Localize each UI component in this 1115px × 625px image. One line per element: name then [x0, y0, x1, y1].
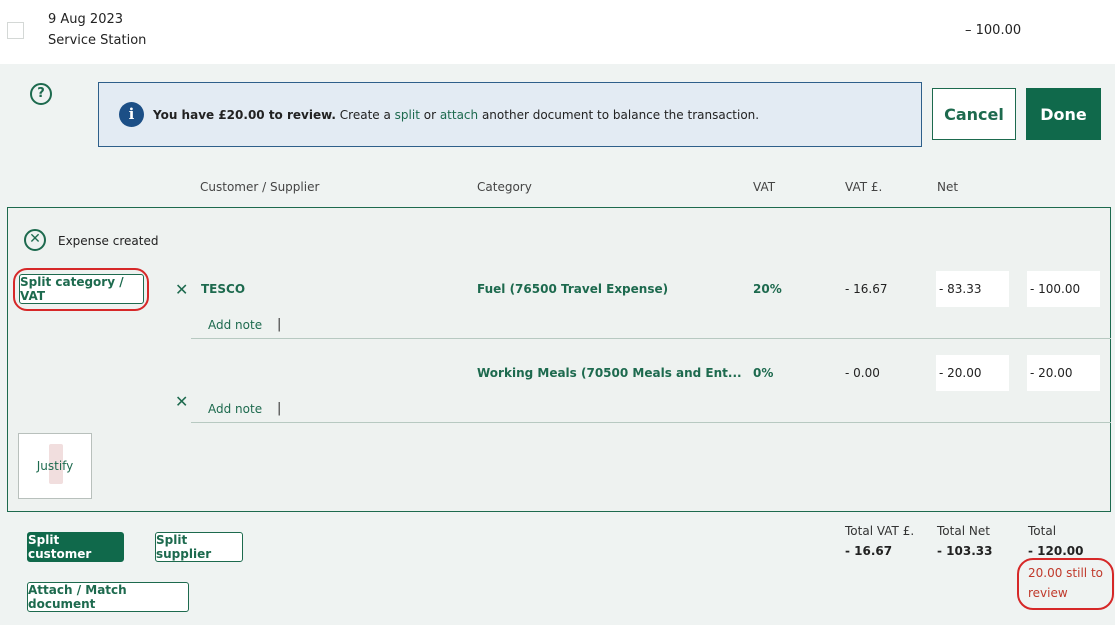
justify-button[interactable]: Justify	[18, 433, 92, 499]
line-vat-amount: - 16.67	[845, 282, 888, 296]
line-divider	[191, 338, 1111, 339]
column-header-vat-amount: VAT £.	[845, 180, 883, 194]
remove-line-icon[interactable]: ✕	[175, 280, 188, 299]
info-banner-bold: You have £20.00 to review.	[153, 107, 336, 122]
done-button[interactable]: Done	[1026, 88, 1101, 140]
text-caret: |	[277, 317, 282, 332]
add-note-link[interactable]: Add note	[208, 318, 262, 332]
total-label: Total	[1028, 524, 1057, 538]
column-header-net: Net	[937, 180, 959, 194]
total-vat-value: - 16.67	[845, 544, 893, 558]
total-value: - 120.00	[1028, 544, 1084, 558]
add-note-link[interactable]: Add note	[208, 402, 262, 416]
line-supplier[interactable]: TESCO	[201, 282, 245, 296]
split-supplier-button[interactable]: Split supplier	[155, 532, 243, 562]
question-circle-icon[interactable]: ?	[30, 83, 52, 105]
total-vat-label: Total VAT £.	[845, 524, 915, 538]
line-net-input[interactable]	[936, 271, 1009, 307]
transaction-date: 9 Aug 2023	[48, 12, 124, 27]
line-vat-rate[interactable]: 20%	[753, 282, 782, 296]
line-category[interactable]: Working Meals (70500 Meals and Ent...	[477, 366, 742, 380]
split-category-vat-button[interactable]: Split category / VAT	[19, 274, 144, 304]
justify-label: Justify	[36, 459, 74, 473]
still-to-review-text: 20.00 still to review	[1028, 566, 1103, 600]
line-category[interactable]: Fuel (76500 Travel Expense)	[477, 282, 668, 296]
info-banner-text: You have £20.00 to review. Create a spli…	[153, 108, 759, 122]
total-net-value: - 103.33	[937, 544, 993, 558]
text-caret: |	[277, 401, 282, 416]
info-text-1: Create a	[335, 107, 395, 122]
column-header-customer-supplier: Customer / Supplier	[200, 180, 320, 194]
transaction-row: 9 Aug 2023 Service Station – 100.00	[0, 0, 1115, 64]
split-link[interactable]: split	[395, 108, 420, 122]
cancel-button[interactable]: Cancel	[932, 88, 1016, 140]
info-text-3: another document to balance the transact…	[478, 107, 760, 122]
transaction-amount: – 100.00	[965, 23, 1022, 38]
info-text-2: or	[419, 107, 440, 122]
line-gross-input[interactable]	[1027, 271, 1100, 307]
expense-status: Expense created	[58, 234, 159, 248]
line-gross-input[interactable]	[1027, 355, 1100, 391]
line-net-input[interactable]	[936, 355, 1009, 391]
attach-link[interactable]: attach	[440, 108, 478, 122]
transaction-checkbox[interactable]	[7, 22, 24, 39]
close-circle-icon: ✕	[24, 229, 46, 251]
review-info-banner: i You have £20.00 to review. Create a sp…	[98, 82, 922, 147]
info-icon: i	[119, 102, 144, 127]
column-header-category: Category	[477, 180, 532, 194]
attach-match-document-button[interactable]: Attach / Match document	[27, 582, 189, 612]
remove-line-icon[interactable]: ✕	[175, 392, 188, 411]
line-divider	[191, 422, 1111, 423]
total-net-label: Total Net	[937, 524, 990, 538]
line-vat-rate[interactable]: 0%	[753, 366, 773, 380]
line-vat-amount: - 0.00	[845, 366, 880, 380]
split-customer-button[interactable]: Split customer	[27, 532, 124, 562]
column-header-vat: VAT	[753, 180, 776, 194]
transaction-name: Service Station	[48, 33, 147, 48]
